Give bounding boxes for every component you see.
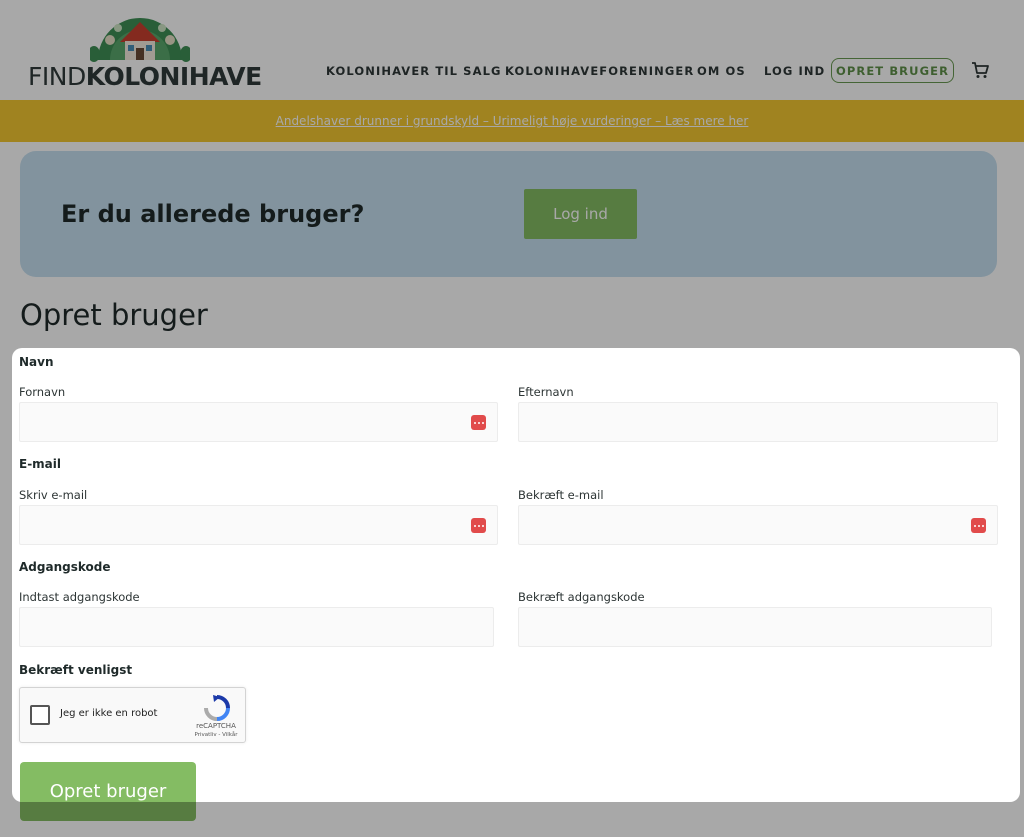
- password-confirm-field[interactable]: [518, 607, 992, 647]
- section-label-password: Adgangskode: [19, 560, 111, 574]
- nav-link-log-ind[interactable]: LOG IND: [764, 64, 825, 78]
- first-name-input[interactable]: [20, 403, 497, 441]
- existing-user-title: Er du allerede bruger?: [61, 200, 365, 228]
- nav-link-kolonihaveforeninger[interactable]: KOLONIHAVEFORENINGER: [505, 64, 694, 78]
- recaptcha-label: Jeg er ikke en robot: [60, 708, 158, 719]
- password-manager-icon[interactable]: [971, 518, 986, 533]
- house-garden-logo-icon: [90, 18, 190, 62]
- recaptcha-brand: reCAPTCHA: [196, 722, 236, 730]
- logo-text-kolonihave: KOLONIHAVE: [85, 62, 263, 91]
- recaptcha-widget: Jeg er ikke en robot reCAPTCHA Privatliv…: [19, 687, 246, 743]
- site-logo[interactable]: FINDKOLONIHAVE: [28, 10, 262, 91]
- password-manager-icon[interactable]: [471, 518, 486, 533]
- announcement-link[interactable]: Andelshaver drunner i grundskyld – Urime…: [276, 114, 749, 128]
- login-button[interactable]: Log ind: [524, 189, 637, 239]
- password-confirm-input[interactable]: [519, 608, 991, 646]
- announcement-banner: Andelshaver drunner i grundskyld – Urime…: [0, 100, 1024, 142]
- logo-text-find: FIND: [28, 62, 86, 91]
- email-input[interactable]: [20, 506, 497, 544]
- last-name-label: Efternavn: [518, 385, 574, 399]
- submit-overlay-edge: [20, 802, 196, 821]
- cart-icon[interactable]: [970, 60, 990, 80]
- logo-wordmark: FINDKOLONIHAVE: [28, 62, 262, 91]
- existing-user-card: Er du allerede bruger? Log ind: [20, 151, 997, 277]
- recaptcha-logo-icon: [204, 695, 230, 721]
- password-label: Indtast adgangskode: [19, 590, 140, 604]
- submit-signup-button[interactable]: Opret bruger: [20, 762, 196, 821]
- section-label-email: E-mail: [19, 457, 62, 471]
- email-label: Skriv e-mail: [19, 488, 88, 502]
- recaptcha-links[interactable]: Privatliv - Vilkår: [186, 732, 246, 738]
- password-field[interactable]: [19, 607, 494, 647]
- nav-link-kolonihaver-til-salg[interactable]: KOLONIHAVER TIL SALG: [326, 64, 502, 78]
- page-title: Opret bruger: [20, 298, 208, 332]
- email-confirm-label: Bekræft e-mail: [518, 488, 604, 502]
- section-label-name: Navn: [19, 355, 54, 369]
- password-manager-icon[interactable]: [471, 415, 486, 430]
- submit-signup-label: Opret bruger: [49, 781, 167, 802]
- nav-link-om-os[interactable]: OM OS: [697, 64, 746, 78]
- last-name-input[interactable]: [519, 403, 997, 441]
- email-confirm-field[interactable]: [518, 505, 998, 545]
- first-name-field[interactable]: [19, 402, 498, 442]
- first-name-label: Fornavn: [19, 385, 66, 399]
- password-input[interactable]: [20, 608, 493, 646]
- site-header: FINDKOLONIHAVE KOLONIHAVER TIL SALG KOLO…: [0, 0, 1024, 100]
- email-field[interactable]: [19, 505, 498, 545]
- password-confirm-label: Bekræft adgangskode: [518, 590, 645, 604]
- email-confirm-input[interactable]: [519, 506, 997, 544]
- last-name-field[interactable]: [518, 402, 998, 442]
- recaptcha-checkbox[interactable]: [30, 705, 50, 725]
- signup-form: Navn Fornavn Efternavn E-mail Skriv e-ma…: [12, 348, 1020, 802]
- section-label-captcha: Bekræft venligst: [19, 663, 133, 677]
- signup-button[interactable]: OPRET BRUGER: [831, 58, 954, 83]
